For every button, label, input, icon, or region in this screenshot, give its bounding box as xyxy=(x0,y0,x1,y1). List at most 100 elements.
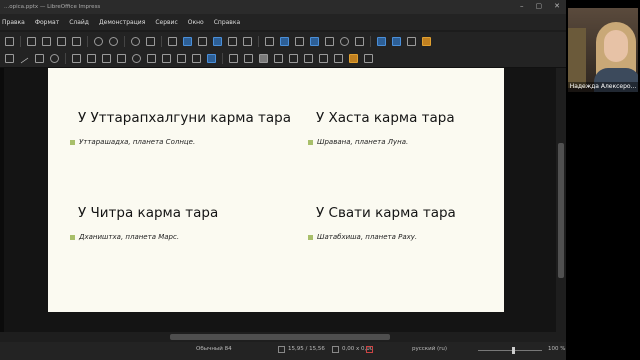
participant-video[interactable]: Надежда Алексеро... xyxy=(568,8,638,92)
slide-item[interactable]: У Уттарапхалгуни карма тара Уттарашадха,… xyxy=(70,110,291,146)
toolbar-separator xyxy=(87,35,88,47)
fontwork-icon[interactable] xyxy=(355,36,364,46)
copy-icon[interactable] xyxy=(42,36,51,46)
paste-icon[interactable] xyxy=(57,36,66,46)
basic-shapes-icon[interactable] xyxy=(117,54,126,63)
slide-pane-edge[interactable] xyxy=(0,68,4,332)
horizontal-scrollbar[interactable] xyxy=(0,332,566,342)
distribute-icon[interactable] xyxy=(274,54,283,63)
maximize-button[interactable]: ▢ xyxy=(536,2,543,10)
glue-points-icon[interactable] xyxy=(364,54,373,63)
toolbar-separator xyxy=(370,35,371,47)
slide-item[interactable]: У Хаста карма тара Шравана, планета Луна… xyxy=(308,110,455,146)
close-button[interactable]: ✕ xyxy=(554,2,560,10)
slide-item[interactable]: У Читра карма тара Дхаништха, планета Ма… xyxy=(70,205,218,241)
rotate-icon[interactable] xyxy=(229,54,238,63)
normal-view-icon[interactable] xyxy=(168,36,177,46)
tip-icon[interactable] xyxy=(422,36,431,46)
toolbar-separator xyxy=(222,53,223,64)
menu-bar: Правка Формат Слайд Демонстрация Сервис … xyxy=(0,14,566,30)
zoom-slider[interactable] xyxy=(478,347,542,354)
menu-slide[interactable]: Слайд xyxy=(69,19,89,26)
toolbar-separator xyxy=(258,35,259,47)
special-character-icon[interactable] xyxy=(340,36,349,46)
notes-view-icon[interactable] xyxy=(198,36,207,46)
bullet-text[interactable]: Шравана, планета Луна. xyxy=(317,138,408,146)
cut-icon[interactable] xyxy=(27,36,36,46)
menu-slideshow[interactable]: Демонстрация xyxy=(99,19,145,26)
chart-icon[interactable] xyxy=(310,36,319,46)
image-icon[interactable] xyxy=(280,36,289,46)
textbox-icon[interactable] xyxy=(325,36,334,46)
crop-icon[interactable] xyxy=(304,54,313,63)
display-views-icon[interactable] xyxy=(5,36,14,46)
vertical-scroll-thumb[interactable] xyxy=(558,143,564,278)
spelling-icon[interactable] xyxy=(146,36,155,46)
slide-canvas[interactable]: У Уттарапхалгуни карма тара Уттарашадха,… xyxy=(48,68,504,312)
item-heading[interactable]: У Свати карма тара xyxy=(316,205,456,221)
transitions-icon[interactable] xyxy=(377,36,386,46)
3d-objects-icon[interactable] xyxy=(207,54,216,63)
menu-edit[interactable]: Правка xyxy=(2,19,25,26)
slide-sorter-icon[interactable] xyxy=(213,36,222,46)
callouts-icon[interactable] xyxy=(177,54,186,63)
toggle-extrusion-icon[interactable] xyxy=(334,54,343,63)
shadow-icon[interactable] xyxy=(289,54,298,63)
toolbar-separator xyxy=(124,35,125,47)
bullet-text[interactable]: Уттарашадха, планета Солнце. xyxy=(79,138,195,146)
show-draw-functions-icon[interactable] xyxy=(407,36,416,46)
table-icon[interactable] xyxy=(265,36,274,46)
undo-icon[interactable] xyxy=(94,36,103,46)
clone-formatting-icon[interactable] xyxy=(72,36,81,46)
participant-name: Надежда Алексеро... xyxy=(568,82,638,92)
menu-format[interactable]: Формат xyxy=(35,19,59,26)
arrange-icon[interactable] xyxy=(259,54,268,63)
minimize-button[interactable]: – xyxy=(520,2,524,10)
animation-icon[interactable] xyxy=(392,36,401,46)
flowchart-icon[interactable] xyxy=(162,54,171,63)
status-language[interactable]: русский (ru) xyxy=(412,346,447,352)
status-zoom[interactable]: 100 % xyxy=(548,346,565,352)
horizontal-scroll-thumb[interactable] xyxy=(170,334,390,340)
points-icon[interactable] xyxy=(349,54,358,63)
outline-view-icon[interactable] xyxy=(183,36,192,46)
connectors-icon[interactable] xyxy=(102,54,111,63)
window-controls: – ▢ ✕ xyxy=(520,2,560,10)
bullet-square-icon xyxy=(70,139,75,145)
bullet-text[interactable]: Дхаништха, планета Марс. xyxy=(79,233,179,241)
curves-icon[interactable] xyxy=(87,54,96,63)
symbol-shapes-icon[interactable] xyxy=(132,54,141,63)
document-modified-icon[interactable] xyxy=(366,346,373,353)
item-heading[interactable]: У Хаста карма тара xyxy=(316,110,455,126)
filter-icon[interactable] xyxy=(319,54,328,63)
item-heading[interactable]: У Читра карма тара xyxy=(78,205,218,221)
item-heading[interactable]: У Уттарапхалгуни карма тара xyxy=(78,110,291,126)
redo-icon[interactable] xyxy=(109,36,118,46)
select-icon[interactable] xyxy=(5,54,14,63)
status-position: 15,95 / 15,56 xyxy=(288,346,325,352)
line-icon[interactable] xyxy=(20,57,29,63)
new-slide-icon[interactable] xyxy=(243,36,252,46)
block-arrows-icon[interactable] xyxy=(147,54,156,63)
rectangle-icon[interactable] xyxy=(35,54,44,63)
lines-arrows-icon[interactable] xyxy=(72,54,81,63)
bullet-square-icon xyxy=(70,234,75,240)
bullet-text[interactable]: Шатабхиша, планета Раху. xyxy=(317,233,417,241)
menu-help[interactable]: Справка xyxy=(214,19,240,26)
window-title: ...opica.pptx — LibreOffice Impress xyxy=(4,4,101,10)
stars-icon[interactable] xyxy=(192,54,201,63)
menu-tools[interactable]: Сервис xyxy=(155,19,177,26)
media-icon[interactable] xyxy=(295,36,304,46)
ellipse-icon[interactable] xyxy=(50,54,59,63)
screen: ...opica.pptx — LibreOffice Impress – ▢ … xyxy=(0,0,640,360)
slide-item[interactable]: У Свати карма тара Шатабхиша, планета Ра… xyxy=(308,205,456,241)
vertical-scrollbar[interactable] xyxy=(556,68,566,332)
find-replace-icon[interactable] xyxy=(131,36,140,46)
menu-window[interactable]: Окно xyxy=(188,19,204,26)
bullet-line: Шатабхиша, планета Раху. xyxy=(308,233,456,241)
position-icon xyxy=(278,346,285,353)
bullet-square-icon xyxy=(308,234,313,240)
zoom-slider-knob[interactable] xyxy=(511,347,515,354)
align-icon[interactable] xyxy=(244,54,253,63)
master-slide-icon[interactable] xyxy=(228,36,237,46)
